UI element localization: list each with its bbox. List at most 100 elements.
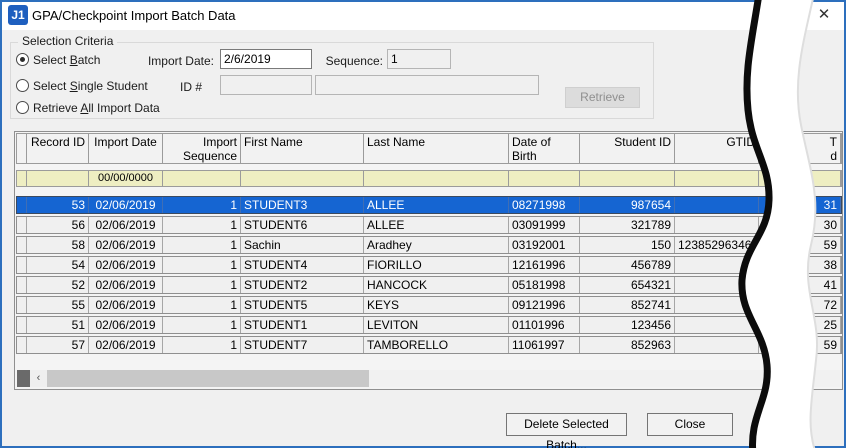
horizontal-scrollbar[interactable]: ‹ xyxy=(17,370,840,387)
filter-cell-record_id[interactable] xyxy=(27,171,89,186)
column-header-hcol[interactable]: H xyxy=(759,134,801,163)
table-row[interactable]: 5802/06/20191SachinAradhey03192001150123… xyxy=(16,236,842,254)
cell-import_date: 02/06/2019 xyxy=(89,317,163,333)
select-batch-label: Select Batch xyxy=(33,53,100,67)
cell-sel xyxy=(17,217,27,233)
cell-frag: 59 xyxy=(801,337,841,353)
cell-last_name: ALLEE xyxy=(364,217,509,233)
select-single-student-radio[interactable] xyxy=(16,79,29,92)
filter-cell-hcol[interactable] xyxy=(759,171,801,186)
filter-cell-frag[interactable] xyxy=(801,171,841,186)
filter-cell-first_name[interactable] xyxy=(241,171,364,186)
cell-first_name: STUDENT3 xyxy=(241,197,364,213)
table-row[interactable]: 5302/06/20191STUDENT3ALLEE08271998987654… xyxy=(16,196,842,214)
import-date-label: Import Date: xyxy=(132,54,214,68)
column-header-student_id[interactable]: Student ID xyxy=(580,134,675,163)
title-bar[interactable]: J1 GPA/Checkpoint Import Batch Data xyxy=(2,2,844,30)
table-row[interactable]: 5602/06/20191STUDENT6ALLEE03091999321789… xyxy=(16,216,842,234)
cell-import_sequence: 1 xyxy=(163,217,241,233)
filter-cell-last_name[interactable] xyxy=(364,171,509,186)
column-header-import_sequence[interactable]: Import Sequence xyxy=(163,134,241,163)
grid-rows: 5302/06/20191STUDENT3ALLEE08271998987654… xyxy=(16,196,842,356)
id-number-input[interactable] xyxy=(220,75,312,95)
column-header-dob[interactable]: Date of Birth xyxy=(509,134,580,163)
cell-student_id: 654321 xyxy=(580,277,675,293)
cell-gtid xyxy=(675,197,759,213)
cell-hcol xyxy=(759,297,801,313)
id-name-input[interactable] xyxy=(315,75,539,95)
table-row[interactable]: 5202/06/20191STUDENT2HANCOCK051819986543… xyxy=(16,276,842,294)
cell-frag: 31 xyxy=(801,197,841,213)
scroll-left-arrow-icon[interactable]: ‹ xyxy=(30,370,47,387)
cell-record_id: 54 xyxy=(27,257,89,273)
cell-record_id: 56 xyxy=(27,217,89,233)
cell-dob: 01101996 xyxy=(509,317,580,333)
cell-gtid xyxy=(675,337,759,353)
cell-dob: 05181998 xyxy=(509,277,580,293)
cell-import_date: 02/06/2019 xyxy=(89,197,163,213)
column-header-record_id[interactable]: Record ID xyxy=(27,134,89,163)
sequence-input[interactable]: 1 xyxy=(387,49,451,69)
cell-first_name: STUDENT5 xyxy=(241,297,364,313)
retrieve-button[interactable]: Retrieve xyxy=(565,87,640,108)
cell-dob: 09121996 xyxy=(509,297,580,313)
table-row[interactable]: 5402/06/20191STUDENT4FIORILLO12161996456… xyxy=(16,256,842,274)
cell-hcol xyxy=(759,337,801,353)
column-header-sel[interactable] xyxy=(17,134,27,163)
cell-import_sequence: 1 xyxy=(163,237,241,253)
column-header-first_name[interactable]: First Name xyxy=(241,134,364,163)
cell-import_sequence: 1 xyxy=(163,297,241,313)
scrollbar-track[interactable] xyxy=(47,370,840,387)
filter-cell-import_date[interactable]: 00/00/0000 xyxy=(89,171,163,186)
cell-sel xyxy=(17,337,27,353)
grid-header-row: Record IDImport DateImport SequenceFirst… xyxy=(16,133,842,164)
select-batch-radio[interactable] xyxy=(16,53,29,66)
cell-student_id: 150 xyxy=(580,237,675,253)
table-row[interactable]: 5502/06/20191STUDENT5KEYS091219968527417… xyxy=(16,296,842,314)
cell-last_name: FIORILLO xyxy=(364,257,509,273)
cell-first_name: STUDENT2 xyxy=(241,277,364,293)
cell-dob: 03091999 xyxy=(509,217,580,233)
delete-selected-batch-button[interactable]: Delete Selected Batch... xyxy=(506,413,627,436)
cell-frag: 41 xyxy=(801,277,841,293)
cell-import_date: 02/06/2019 xyxy=(89,217,163,233)
cell-gtid xyxy=(675,277,759,293)
import-batch-grid: Record IDImport DateImport SequenceFirst… xyxy=(14,131,843,390)
cell-sel xyxy=(17,197,27,213)
cell-record_id: 51 xyxy=(27,317,89,333)
cell-first_name: STUDENT6 xyxy=(241,217,364,233)
cell-first_name: STUDENT1 xyxy=(241,317,364,333)
filter-cell-gtid[interactable] xyxy=(675,171,759,186)
column-header-last_name[interactable]: Last Name xyxy=(364,134,509,163)
column-header-import_date[interactable]: Import Date xyxy=(89,134,163,163)
dialog-window: J1 GPA/Checkpoint Import Batch Data Sele… xyxy=(0,0,846,448)
table-row[interactable]: 5102/06/20191STUDENT1LEVITON011019961234… xyxy=(16,316,842,334)
close-button[interactable]: Close xyxy=(647,413,733,436)
cell-last_name: TAMBORELLO xyxy=(364,337,509,353)
cell-student_id: 852741 xyxy=(580,297,675,313)
cell-dob: 12161996 xyxy=(509,257,580,273)
cell-gtid xyxy=(675,297,759,313)
table-row[interactable]: 5702/06/20191STUDENT7TAMBORELLO110619978… xyxy=(16,336,842,354)
filter-cell-import_sequence[interactable] xyxy=(163,171,241,186)
cell-first_name: Sachin xyxy=(241,237,364,253)
column-header-frag[interactable]: T d xyxy=(801,134,841,163)
id-number-label: ID # xyxy=(162,80,202,94)
cell-first_name: STUDENT4 xyxy=(241,257,364,273)
cell-gtid xyxy=(675,317,759,333)
filter-cell-dob[interactable] xyxy=(509,171,580,186)
filter-cell-student_id[interactable] xyxy=(580,171,675,186)
screenshot-canvas: J1 GPA/Checkpoint Import Batch Data Sele… xyxy=(0,0,850,448)
import-date-input[interactable]: 2/6/2019 xyxy=(220,49,312,69)
cell-first_name: STUDENT7 xyxy=(241,337,364,353)
cell-import_sequence: 1 xyxy=(163,257,241,273)
scrollbar-thumb[interactable] xyxy=(47,370,369,387)
filter-cell-sel[interactable] xyxy=(17,171,27,186)
column-header-gtid[interactable]: GTID xyxy=(675,134,759,163)
app-logo-icon: J1 xyxy=(8,5,28,25)
cell-frag: 59 xyxy=(801,237,841,253)
cell-frag: 38 xyxy=(801,257,841,273)
close-icon[interactable]: ✕ xyxy=(812,4,836,26)
retrieve-all-import-data-radio[interactable] xyxy=(16,101,29,114)
cell-import_sequence: 1 xyxy=(163,337,241,353)
